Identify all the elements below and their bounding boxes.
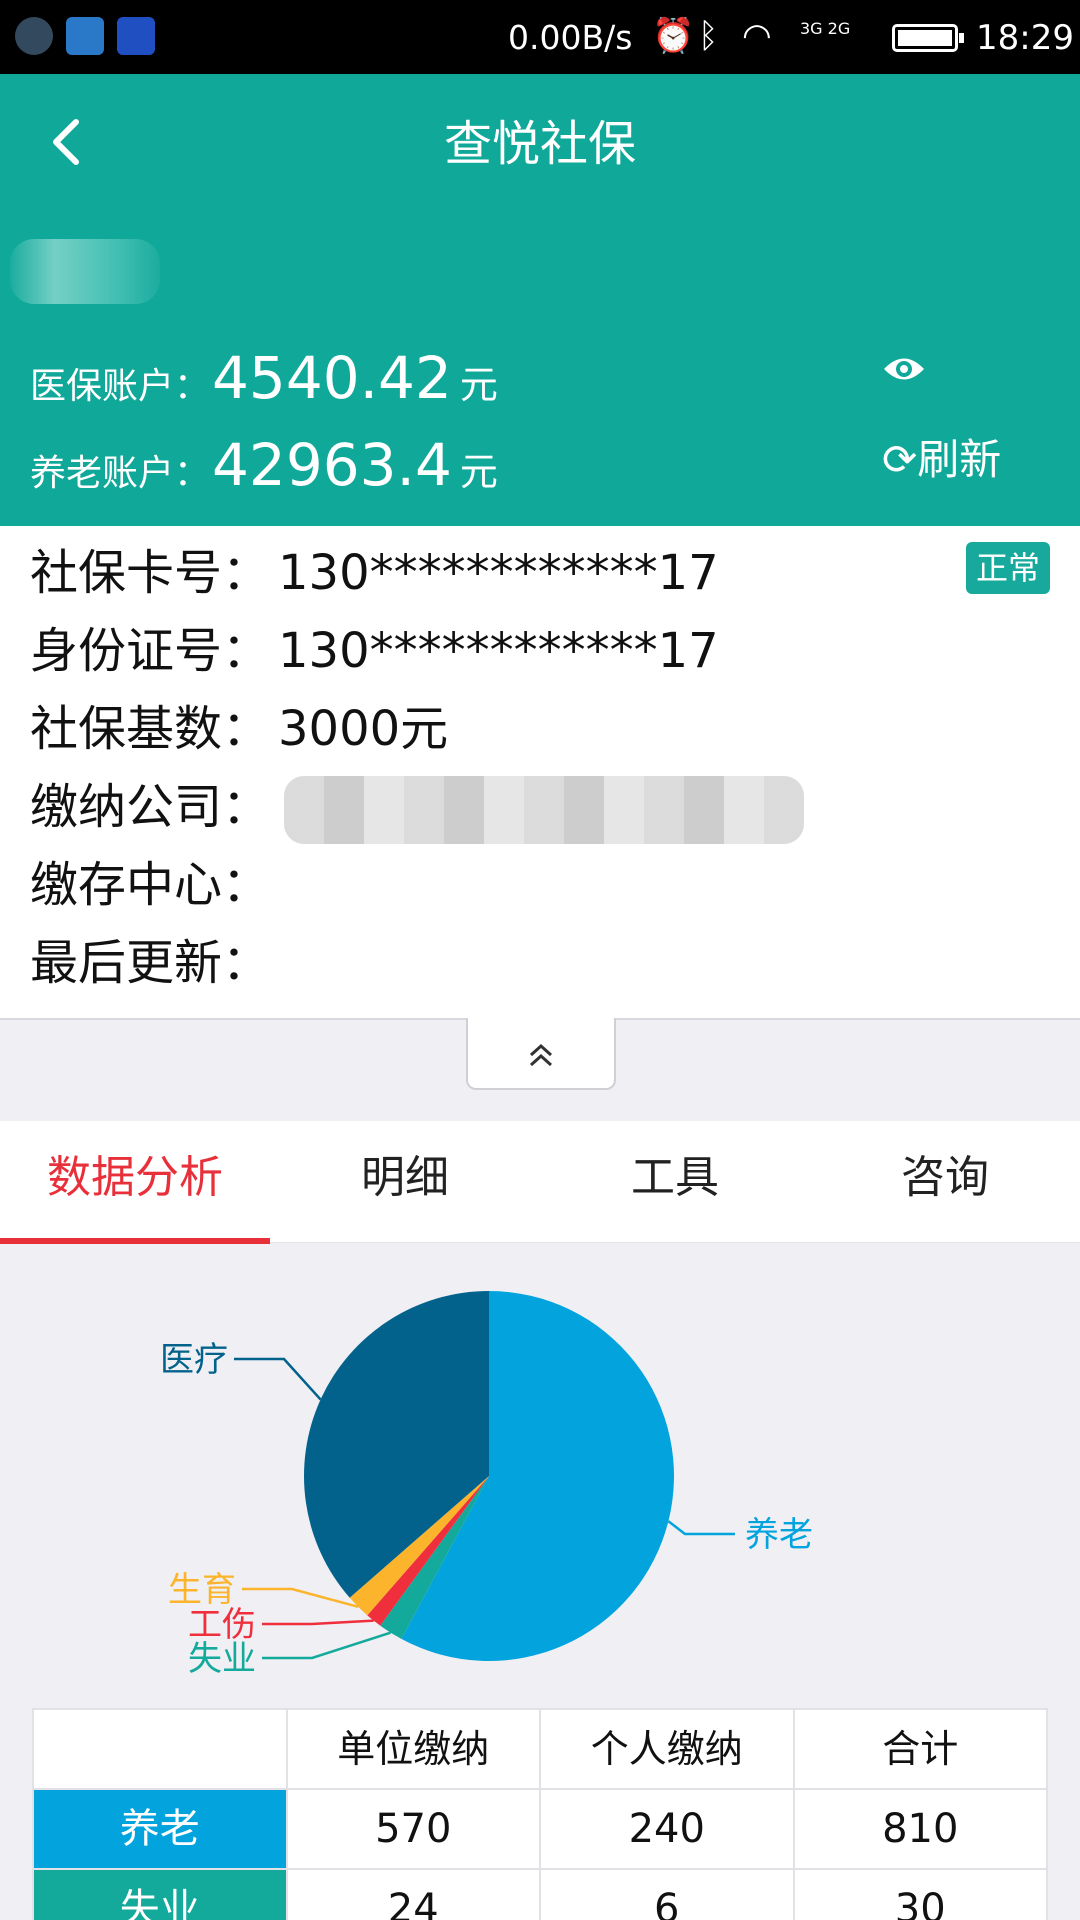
info-value: 3000元 bbox=[278, 701, 449, 757]
info-row-id-number: 身份证号： 130************17 bbox=[30, 616, 719, 686]
pension-account: 养老账户：42963.4 元 bbox=[30, 431, 498, 499]
table-cell: 30 bbox=[894, 1886, 946, 1920]
clock: 18:29 bbox=[976, 18, 1074, 58]
wifi-icon: ◠ bbox=[742, 16, 772, 56]
medical-account-value: 4540.42 bbox=[212, 344, 452, 412]
tab-label: 工具 bbox=[631, 1152, 719, 1203]
info-value: 130************17 bbox=[278, 623, 719, 679]
blurred-user-name bbox=[10, 239, 160, 304]
status-badge: 正常 bbox=[966, 542, 1050, 594]
screenshot-notification-icon bbox=[15, 17, 53, 55]
pie-leader-line bbox=[667, 1520, 735, 1536]
cellular-signal-icon: 3G 2G bbox=[800, 19, 851, 38]
pie-leader-line bbox=[262, 1631, 391, 1660]
table-cell: 6 bbox=[541, 1870, 795, 1920]
battery-icon bbox=[892, 24, 964, 52]
account-header: 查悦社保 医保账户：4540.42 元 养老账户：42963.4 元 ⟳刷新 bbox=[0, 74, 1080, 526]
tab-label: 数据分析 bbox=[47, 1152, 223, 1203]
weather-notification-icon bbox=[66, 17, 104, 55]
refresh-label: 刷新 bbox=[917, 435, 1002, 484]
blurred-company-name bbox=[284, 776, 805, 844]
tab-tools[interactable]: 工具 bbox=[540, 1121, 810, 1243]
contribution-table: 单位缴纳 个人缴纳 合计 养老 570 240 810 失业 24 6 30 bbox=[32, 1708, 1048, 1920]
pie-label: 失业 bbox=[188, 1639, 256, 1679]
info-label: 缴纳公司： bbox=[30, 779, 271, 835]
table-header-cell: 单位缴纳 bbox=[288, 1710, 541, 1788]
table-header-cell: 合计 bbox=[882, 1727, 959, 1771]
pension-account-label: 养老账户： bbox=[30, 453, 211, 494]
table-cell: 240 bbox=[541, 1790, 795, 1868]
pie-label: 养老 bbox=[745, 1515, 813, 1555]
info-label: 身份证号： bbox=[30, 623, 271, 679]
info-label: 缴存中心： bbox=[30, 857, 271, 913]
pie-leader-line bbox=[234, 1357, 322, 1401]
page-title: 查悦社保 bbox=[443, 116, 636, 172]
tab-consult[interactable]: 咨询 bbox=[810, 1121, 1080, 1243]
pie-chart-svg: 养老失业工伤生育 医疗 bbox=[160, 1291, 813, 1679]
tab-details[interactable]: 明细 bbox=[270, 1121, 540, 1243]
chevron-double-up-icon bbox=[526, 1034, 556, 1072]
tab-data-analysis[interactable]: 数据分析 bbox=[0, 1121, 270, 1244]
bluetooth-icon: ᛒ bbox=[698, 16, 719, 56]
pension-account-value: 42963.4 bbox=[212, 431, 452, 499]
tab-label: 咨询 bbox=[901, 1152, 989, 1203]
info-row-base: 社保基数： 3000元 bbox=[30, 694, 448, 764]
info-row-center: 缴存中心： bbox=[30, 850, 278, 920]
tab-label: 明细 bbox=[361, 1152, 449, 1203]
pension-account-unit: 元 bbox=[459, 450, 498, 494]
medical-account-label: 医保账户： bbox=[30, 366, 211, 407]
refresh-icon: ⟳ bbox=[882, 435, 918, 484]
pie-leader-line bbox=[262, 1619, 374, 1626]
wifi-notification-icon bbox=[117, 17, 155, 55]
medical-account-unit: 元 bbox=[459, 363, 498, 407]
alarm-icon: ⏰ bbox=[652, 16, 695, 56]
table-header-row: 单位缴纳 个人缴纳 合计 bbox=[34, 1710, 1046, 1790]
info-label: 社保基数： bbox=[30, 701, 271, 757]
info-row-card-number: 社保卡号： 130************17 bbox=[30, 538, 719, 608]
tab-bar: 数据分析 明细 工具 咨询 bbox=[0, 1121, 1080, 1244]
table-row: 失业 24 6 30 bbox=[34, 1870, 1046, 1920]
table-header-cell bbox=[34, 1710, 288, 1788]
table-cell: 24 bbox=[288, 1870, 541, 1920]
pie-leader-line bbox=[242, 1587, 359, 1609]
medical-account: 医保账户：4540.42 元 bbox=[30, 344, 498, 412]
eye-icon[interactable] bbox=[882, 344, 926, 395]
pie-label: 工伤 bbox=[188, 1605, 256, 1645]
pie-chart: 养老失业 工伤 生育 医疗 bbox=[0, 1244, 1080, 1704]
refresh-button[interactable]: ⟳刷新 bbox=[882, 426, 1001, 487]
info-row-company: 缴纳公司： bbox=[30, 772, 805, 844]
table-cell: 570 bbox=[288, 1790, 541, 1868]
social-security-info: 正常 社保卡号： 130************17 身份证号： 130******… bbox=[0, 526, 1080, 1020]
network-speed: 0.00B/s bbox=[508, 18, 633, 57]
info-row-last-update: 最后更新： bbox=[30, 928, 278, 998]
status-bar: 0.00B/s ⏰ ᛒ ◠ 3G 2G 18:29 bbox=[0, 0, 1080, 74]
info-label: 社保卡号： bbox=[30, 545, 271, 601]
pie-label: 医疗 bbox=[160, 1340, 228, 1380]
pie-label: 生育 bbox=[168, 1570, 236, 1610]
info-label: 最后更新： bbox=[30, 935, 271, 991]
table-cell: 810 bbox=[882, 1806, 959, 1852]
table-row-label: 失业 bbox=[34, 1870, 288, 1920]
table-row-label: 养老 bbox=[34, 1790, 288, 1868]
table-row: 养老 570 240 810 bbox=[34, 1790, 1046, 1870]
collapse-button[interactable] bbox=[466, 1018, 616, 1090]
table-header-cell: 个人缴纳 bbox=[541, 1710, 795, 1788]
info-value: 130************17 bbox=[278, 545, 719, 601]
